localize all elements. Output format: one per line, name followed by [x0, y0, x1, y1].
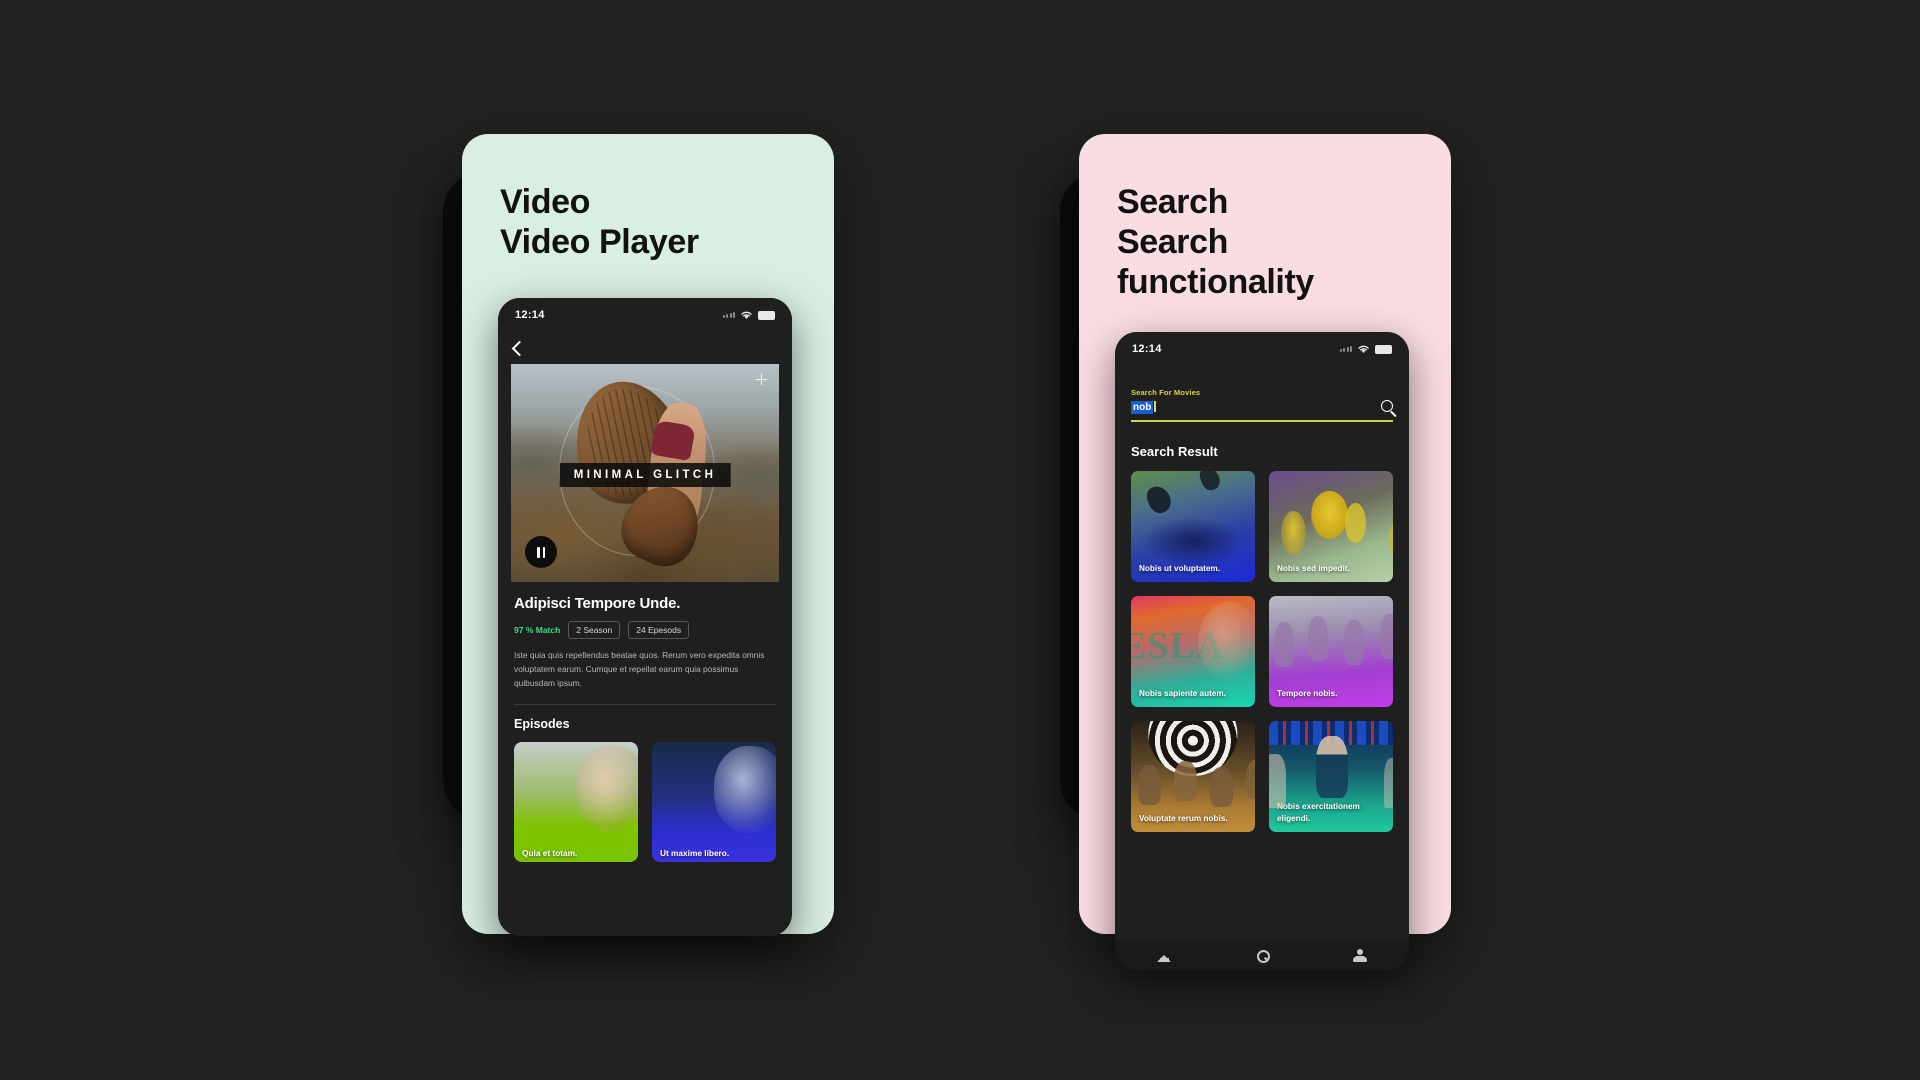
video-overlay-title: MINIMAL GLITCH [559, 463, 731, 488]
video-description: Iste quia quis repellendus beatae quos. … [514, 650, 765, 688]
result-title: Voluptate rerum nobis. [1139, 813, 1228, 823]
status-time: 12:14 [1132, 343, 1162, 355]
battery-icon [758, 310, 775, 320]
search-underline [1131, 420, 1393, 422]
result-card[interactable]: Tempore nobis. [1269, 595, 1393, 707]
screenshot-stage: Video Video Player 12:14 MINIMAL GLITCH … [0, 0, 1920, 1080]
result-title: Nobis ut voluptatem. [1139, 563, 1220, 573]
bottom-navigation [1115, 940, 1409, 970]
magnifier-icon[interactable] [1381, 400, 1393, 412]
result-card[interactable]: Voluptate rerum nobis. [1131, 720, 1255, 832]
episode-card[interactable]: Quia et totam. [514, 741, 638, 862]
search-icon[interactable] [1255, 949, 1270, 963]
status-bar-search: 12:14 [1115, 332, 1409, 366]
search-field-label: Search For Movies [1131, 388, 1201, 397]
chevron-left-icon [511, 340, 528, 356]
video-badges: 97 % Match 2 Season 24 Epesods [514, 621, 776, 639]
wifi-icon [1358, 345, 1369, 353]
video-detail: Adipisci Tempore Unde. 97 % Match 2 Seas… [498, 582, 792, 691]
season-badge: 2 Season [568, 621, 621, 639]
text-caret [1154, 401, 1156, 412]
signal-dots-icon [722, 312, 735, 318]
episodes-row: Quia et totam. Ut maxime libero. [498, 731, 792, 862]
episodes-heading: Episodes [514, 716, 570, 731]
result-card[interactable]: Nobis ut voluptatem. [1131, 470, 1255, 582]
profile-icon[interactable] [1353, 948, 1367, 962]
episode-thumb-art [714, 746, 776, 833]
status-time: 12:14 [515, 309, 545, 321]
video-garment-art [650, 419, 696, 461]
match-score: 97 % Match [514, 625, 561, 635]
episode-card[interactable]: Ut maxime libero. [652, 741, 776, 862]
search-input[interactable]: nob [1131, 401, 1154, 414]
result-card[interactable]: Nobis sed impedit. [1269, 470, 1393, 582]
status-indicators [722, 310, 775, 320]
wifi-icon [741, 311, 752, 319]
home-icon[interactable] [1157, 949, 1171, 962]
plus-icon [756, 374, 767, 385]
search-field-wrapper[interactable]: Search For Movies nob [1115, 366, 1409, 422]
battery-icon [1375, 344, 1392, 354]
search-panel-heading: Search Search functionality [1117, 183, 1314, 302]
episode-title: Ut maxime libero. [660, 847, 730, 858]
result-card[interactable]: Nobis exercitationem eligendi. [1269, 720, 1393, 832]
search-results-grid: Nobis ut voluptatem. Nobis sed impedit. … [1115, 459, 1409, 832]
episode-title: Quia et totam. [522, 847, 578, 858]
status-bar-video: 12:14 [498, 298, 792, 332]
result-card[interactable]: Nobis sapiente autem. [1131, 595, 1255, 707]
video-title: Adipisci Tempore Unde. [514, 595, 681, 612]
status-indicators [1339, 344, 1392, 354]
pause-icon[interactable] [525, 536, 557, 568]
search-result-heading: Search Result [1131, 443, 1218, 459]
video-panel-heading: Video Video Player [500, 183, 699, 262]
back-button[interactable] [498, 332, 792, 364]
result-title: Tempore nobis. [1277, 688, 1338, 698]
episodes-badge: 24 Epesods [628, 621, 690, 639]
result-title: Nobis sapiente autem. [1139, 688, 1226, 698]
result-title: Nobis sed impedit. [1277, 563, 1350, 573]
signal-dots-icon [1339, 346, 1352, 352]
episode-thumb-art [576, 746, 638, 833]
search-field-line: nob [1131, 397, 1393, 415]
phone-screen-search: 12:14 Search For Movies nob Search Resul… [1115, 332, 1409, 970]
phone-screen-video: 12:14 MINIMAL GLITCH Adipisci Tempore Un… [498, 298, 792, 936]
result-title: Nobis exercitationem eligendi. [1277, 802, 1360, 823]
video-preview[interactable]: MINIMAL GLITCH [511, 364, 779, 582]
